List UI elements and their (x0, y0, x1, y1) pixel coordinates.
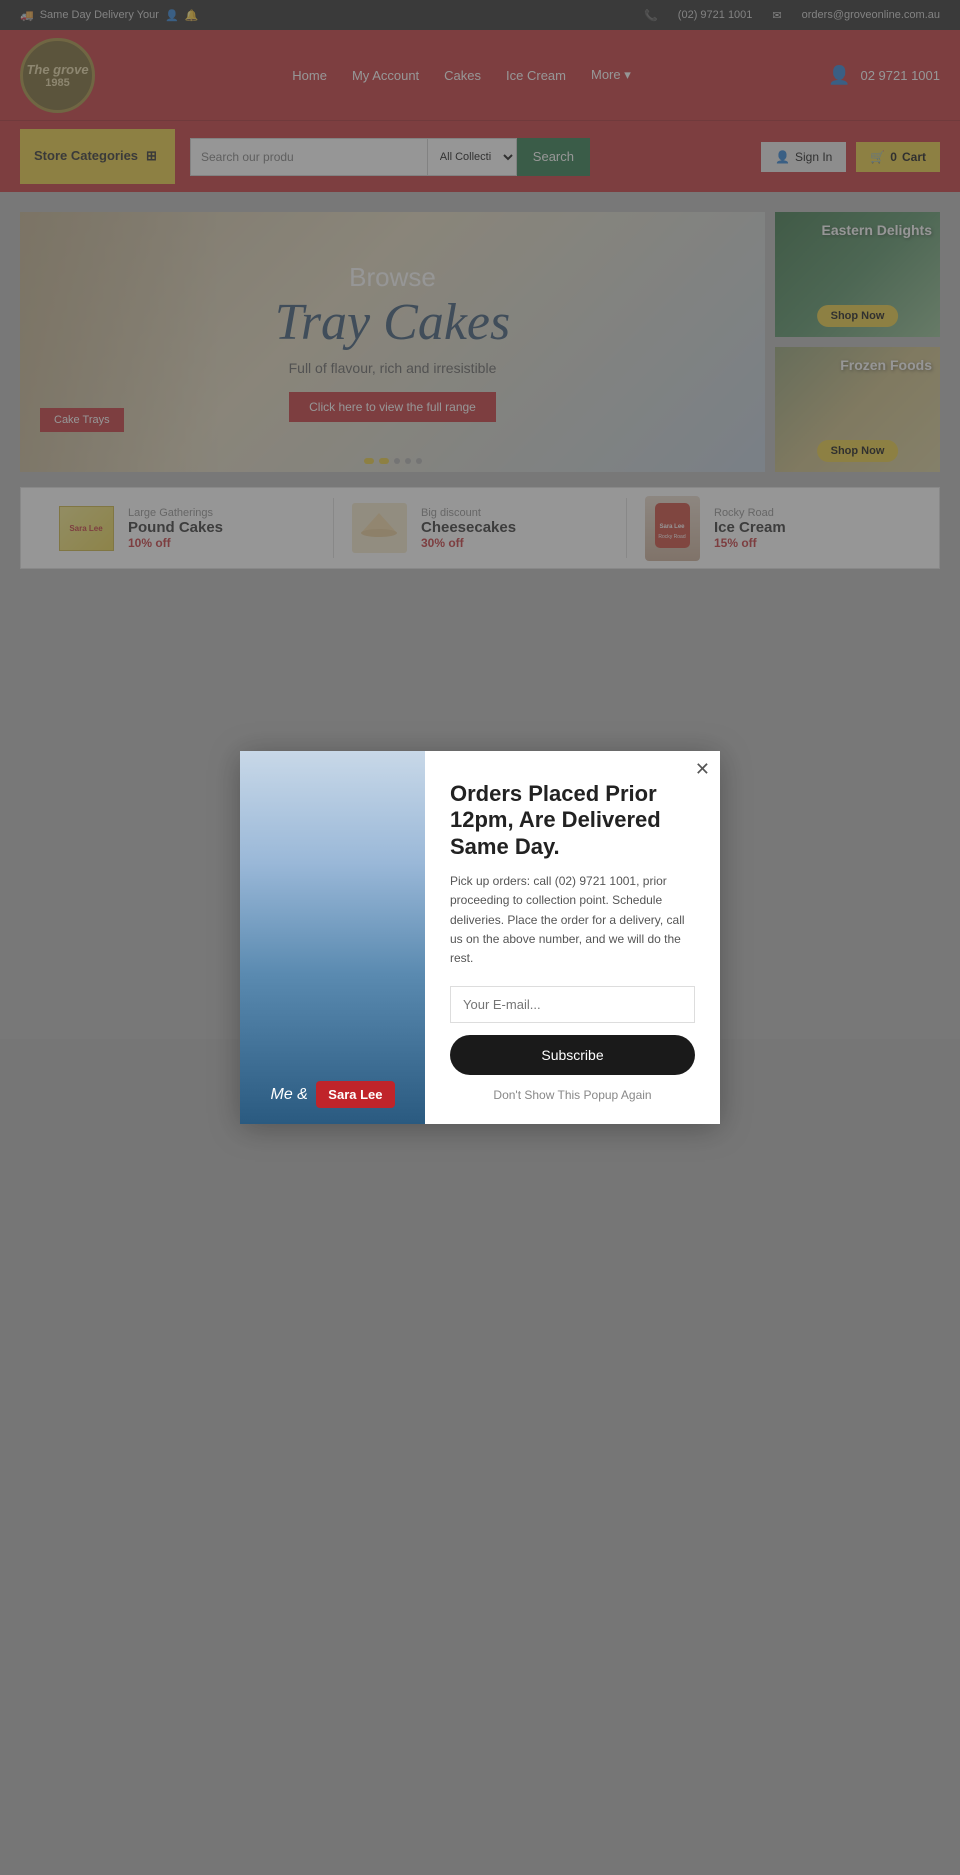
popup-subscribe-button[interactable]: Subscribe (450, 1035, 695, 1075)
popup-content: Orders Placed Prior 12pm, Are Delivered … (425, 751, 720, 1124)
popup-close-button[interactable]: ✕ (695, 759, 710, 780)
sara-lee-badge: Sara Lee (316, 1081, 394, 1108)
popup-body: Me & Sara Lee Orders Placed Prior 12pm, … (240, 751, 720, 1124)
popup-description: Pick up orders: call (02) 9721 1001, pri… (450, 872, 695, 968)
popup: ✕ Me & Sara Lee Orders Placed Prior 12pm… (240, 751, 720, 1124)
popup-overlay: ✕ Me & Sara Lee Orders Placed Prior 12pm… (0, 0, 960, 1875)
popup-image-inner: Me & Sara Lee (240, 751, 425, 1124)
popup-title: Orders Placed Prior 12pm, Are Delivered … (450, 781, 695, 860)
popup-image: Me & Sara Lee (240, 751, 425, 1124)
popup-email-input[interactable] (450, 986, 695, 1023)
me-and-text: Me & (271, 1086, 308, 1103)
popup-no-show[interactable]: Don't Show This Popup Again (450, 1087, 695, 1104)
